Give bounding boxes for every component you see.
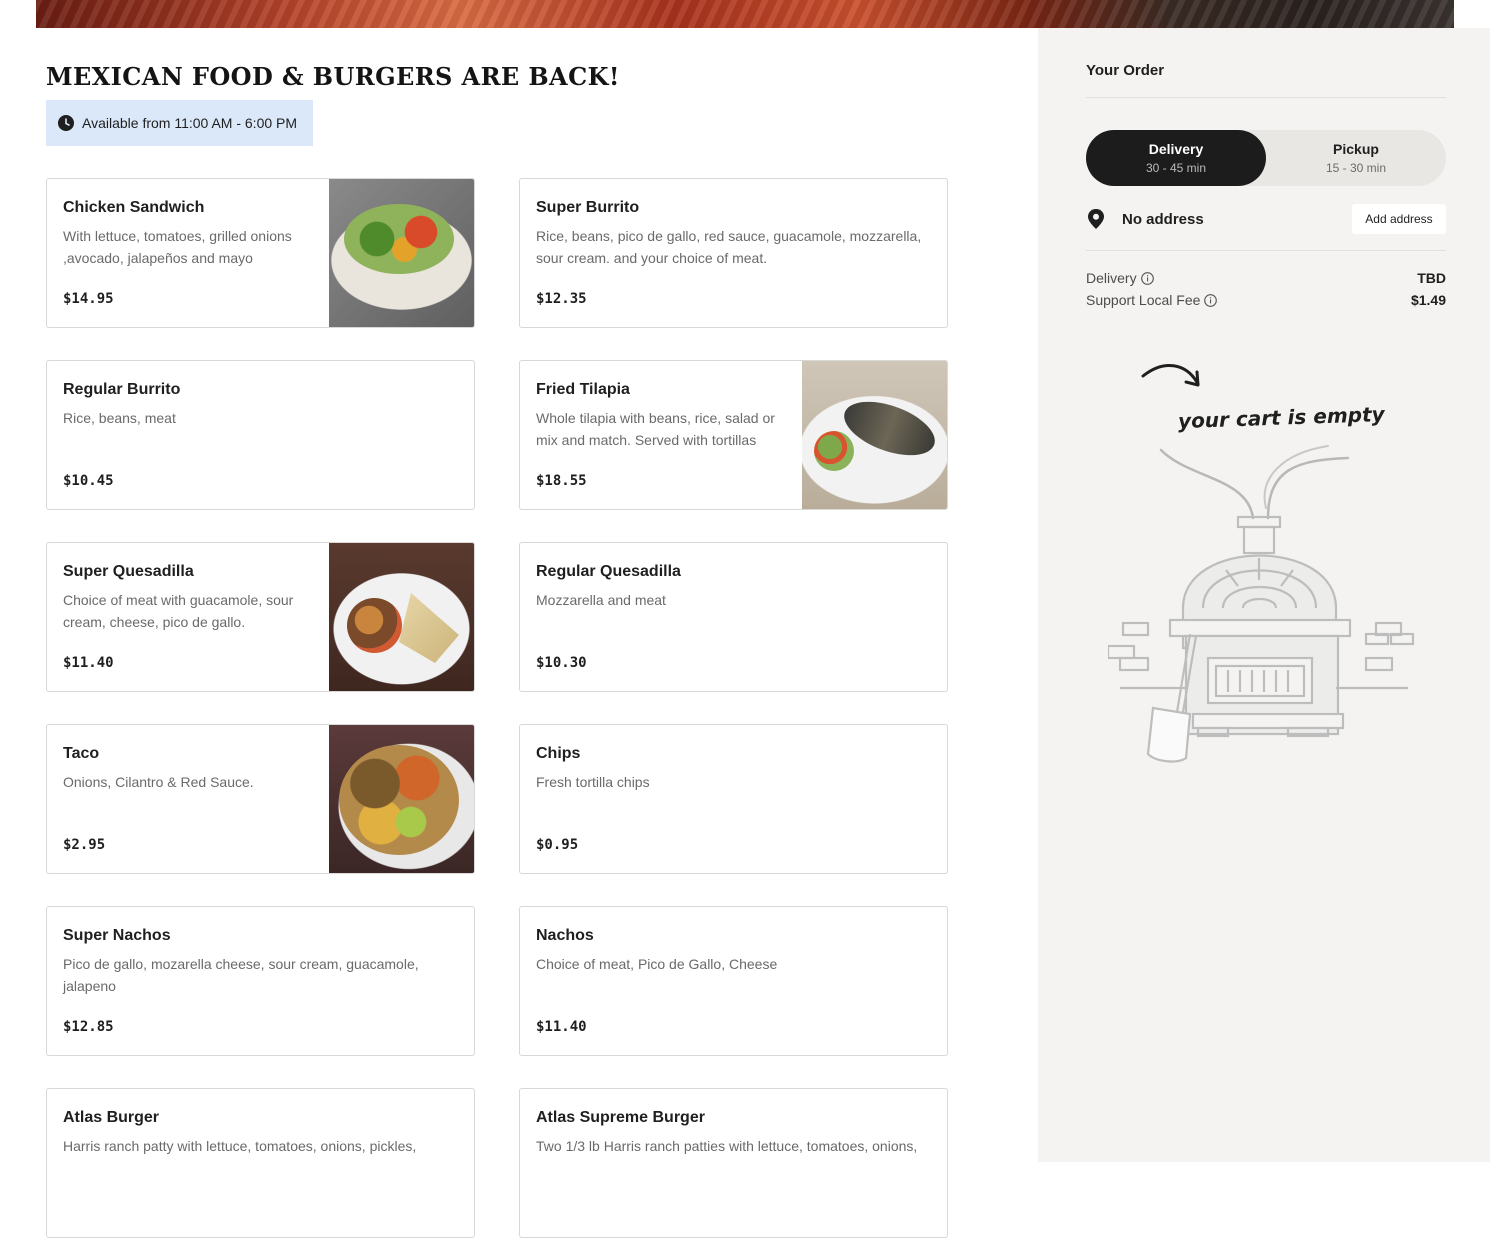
menu-item-name: Chips (536, 745, 581, 762)
menu-item-description: With lettuce, tomatoes, grilled onions ,… (63, 228, 292, 266)
menu-item-card[interactable]: Super Burrito Rice, beans, pico de gallo… (519, 178, 948, 328)
menu-item-card[interactable]: Regular Burrito Rice, beans, meat $10.45 (46, 360, 475, 510)
info-icon[interactable] (1204, 293, 1218, 307)
order-sidebar: Your Order Delivery 30 - 45 min Pickup 1… (1038, 28, 1490, 1162)
address-row: No address Add address (1086, 204, 1446, 236)
taco-photo (329, 725, 474, 873)
delivery-option[interactable]: Delivery 30 - 45 min (1086, 130, 1266, 186)
order-title: Your Order (1086, 62, 1165, 79)
add-address-button[interactable]: Add address (1352, 204, 1446, 234)
delivery-fee-value: TBD (1417, 270, 1446, 286)
address-text: No address (1122, 211, 1204, 228)
empty-cart-oven-illustration: your cart is empty (1108, 364, 1415, 763)
menu-item-name: Taco (63, 745, 100, 762)
chicken-sandwich-photo (329, 179, 474, 327)
menu-item-card[interactable]: Super Quesadilla Choice of meat with gua… (46, 542, 475, 692)
location-pin-icon (1088, 209, 1104, 229)
menu-item-price: $12.85 (63, 1019, 114, 1035)
menu-item-description: Mozzarella and meat (536, 592, 666, 608)
empty-cart-text: your cart is empty (1178, 402, 1386, 433)
menu-item-price: $11.40 (63, 655, 114, 671)
delivery-option-time: 30 - 45 min (1145, 161, 1207, 175)
support-local-fee-label-group: Support Local Fee (1086, 292, 1218, 308)
availability-badge: Available from 11:00 AM - 6:00 PM (46, 100, 313, 146)
menu-item-name: Atlas Burger (63, 1109, 160, 1126)
super-quesadilla-photo (329, 543, 474, 691)
menu-item-name: Super Quesadilla (63, 563, 194, 580)
menu-item-name: Nachos (536, 927, 594, 944)
menu-item-description: Choice of meat with guacamole, sour crea… (63, 592, 294, 630)
menu-item-card[interactable]: Fried Tilapia Whole tilapia with beans, … (519, 360, 948, 510)
menu-item-name: Chicken Sandwich (63, 199, 205, 216)
menu-item-description: Harris ranch patty with lettuce, tomatoe… (63, 1138, 417, 1154)
pickup-option[interactable]: Pickup 15 - 30 min (1266, 130, 1446, 186)
menu-item-description: Fresh tortilla chips (536, 774, 650, 790)
divider (1086, 250, 1446, 251)
menu-item-card[interactable]: Atlas Burger Harris ranch patty with let… (46, 1088, 475, 1238)
menu-item-name: Fried Tilapia (536, 381, 630, 398)
delivery-fee-label-group: Delivery (1086, 270, 1154, 286)
clock-icon (58, 115, 74, 131)
menu-item-card[interactable]: Nachos Choice of meat, Pico de Gallo, Ch… (519, 906, 948, 1056)
menu-item-price: $2.95 (63, 837, 106, 853)
menu-item-name: Regular Quesadilla (536, 563, 681, 580)
delivery-fee-row: Delivery TBD (1086, 270, 1446, 290)
menu-title: MEXICAN FOOD & BURGERS ARE BACK! (46, 62, 620, 91)
availability-text: Available from 11:00 AM - 6:00 PM (82, 115, 298, 131)
support-local-fee-value: $1.49 (1410, 292, 1446, 308)
pickup-option-time: 15 - 30 min (1325, 161, 1387, 175)
menu-item-card[interactable]: Regular Quesadilla Mozzarella and meat $… (519, 542, 948, 692)
pickup-option-label: Pickup (1333, 141, 1379, 157)
fried-tilapia-photo (802, 361, 947, 509)
menu-item-card[interactable]: Super Nachos Pico de gallo, mozarella ch… (46, 906, 475, 1056)
hero-banner-image (36, 0, 1454, 28)
menu-item-card[interactable]: Chicken Sandwich With lettuce, tomatoes,… (46, 178, 475, 328)
menu-item-price: $14.95 (63, 291, 114, 307)
menu-item-name: Regular Burrito (63, 381, 181, 398)
divider (1086, 97, 1446, 98)
menu-item-card[interactable]: Chips Fresh tortilla chips $0.95 (519, 724, 948, 874)
menu-item-card[interactable]: Taco Onions, Cilantro & Red Sauce. $2.95 (46, 724, 475, 874)
menu-item-card[interactable]: Atlas Supreme Burger Two 1/3 lb Harris r… (519, 1088, 948, 1238)
menu-item-price: $18.55 (536, 473, 587, 489)
menu-item-description: Pico de gallo, mozarella cheese, sour cr… (63, 956, 419, 994)
support-local-fee-row: Support Local Fee $1.49 (1086, 292, 1446, 312)
menu-item-description: Whole tilapia with beans, rice, salad or… (536, 410, 775, 448)
menu-item-name: Atlas Supreme Burger (536, 1109, 705, 1126)
menu-item-description: Choice of meat, Pico de Gallo, Cheese (536, 956, 778, 972)
menu-item-description: Two 1/3 lb Harris ranch patties with let… (536, 1138, 918, 1154)
menu-item-name: Super Burrito (536, 199, 640, 216)
menu-item-name: Super Nachos (63, 927, 171, 944)
delivery-fee-label: Delivery (1086, 270, 1137, 286)
support-local-fee-label: Support Local Fee (1086, 292, 1201, 308)
menu-item-description: Rice, beans, pico de gallo, red sauce, g… (536, 228, 922, 266)
menu-item-price: $12.35 (536, 291, 587, 307)
delivery-option-label: Delivery (1148, 141, 1204, 157)
fulfillment-toggle: Delivery 30 - 45 min Pickup 15 - 30 min (1086, 130, 1446, 186)
menu-item-description: Onions, Cilantro & Red Sauce. (63, 774, 254, 790)
menu-item-price: $10.45 (63, 473, 114, 489)
menu-item-price: $11.40 (536, 1019, 587, 1035)
menu-item-price: $0.95 (536, 837, 579, 853)
menu-item-description: Rice, beans, meat (63, 410, 176, 426)
menu-item-price: $10.30 (536, 655, 587, 671)
info-icon[interactable] (1140, 271, 1154, 285)
